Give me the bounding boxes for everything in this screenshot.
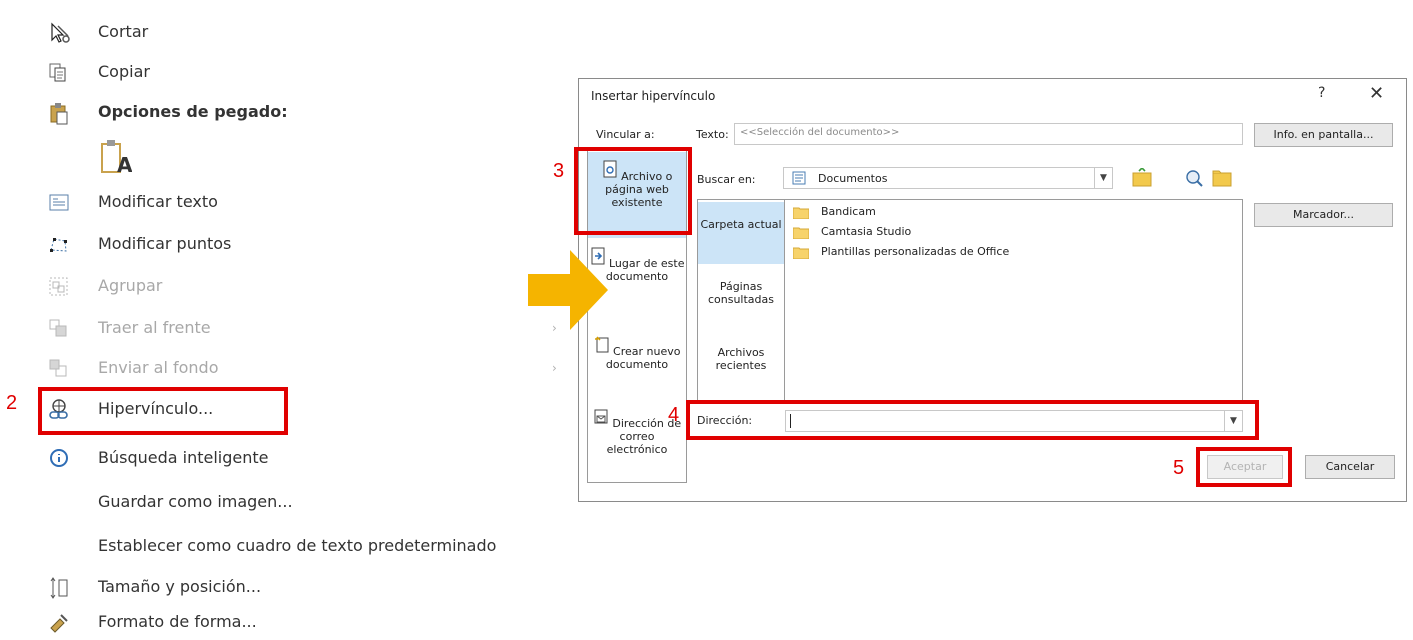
size-position-icon [50, 577, 68, 599]
svg-text:A: A [117, 153, 132, 177]
highlight-ok [1196, 447, 1292, 487]
new-document-icon [594, 336, 609, 353]
subnav-current-folder[interactable]: Carpeta actual [698, 202, 784, 264]
menu-label-set-default-textbox: Establecer como cuadro de texto predeter… [98, 536, 497, 555]
menu-item-edit-text[interactable]: Modificar texto [0, 184, 575, 222]
highlight-address [686, 400, 1259, 440]
paste-text-only-icon: A [101, 140, 132, 177]
menu-item-edit-points[interactable]: Modificar puntos [0, 226, 575, 264]
menu-item-paste-text-only[interactable]: A [0, 134, 575, 180]
submenu-arrow-icon: › [552, 361, 557, 375]
folder-icon [793, 247, 809, 259]
folder-icon [793, 227, 809, 239]
subnav-recent-files[interactable]: Archivos recientes [698, 346, 784, 390]
link-type-label: Crear nuevo documento [605, 345, 681, 371]
cancel-button[interactable]: Cancelar [1305, 455, 1395, 479]
browse-file-icon[interactable] [1211, 168, 1233, 188]
menu-item-cut[interactable]: Cortar [0, 14, 575, 52]
edit-points-icon [50, 238, 67, 252]
file-name: Bandicam [821, 205, 876, 218]
subnav-label: Archivos recientes [715, 346, 767, 372]
highlight-hyperlink [38, 387, 288, 435]
link-type-label: Lugar de este documento [605, 257, 685, 283]
step-number: 5 [1173, 457, 1185, 479]
menu-label-edit-text: Modificar texto [98, 192, 218, 211]
browse-panel: Carpeta actual Páginas consultadas Archi… [697, 199, 785, 401]
format-shape-icon [50, 614, 68, 633]
smart-lookup-icon [50, 449, 68, 467]
link-to-label: Vincular a: [596, 128, 655, 141]
menu-item-format-shape[interactable]: Formato de forma... [0, 604, 575, 640]
browse-web-icon[interactable] [1183, 168, 1205, 188]
pointer-arrow-icon [528, 250, 608, 330]
file-name: Plantillas personalizadas de Office [821, 245, 1010, 258]
highlight-existing-file [574, 147, 692, 235]
menu-label-send-back: Enviar al fondo [98, 358, 219, 377]
menu-item-copy[interactable]: Copiar [0, 54, 575, 92]
menu-label-save-as-image: Guardar como imagen... [98, 492, 293, 511]
chevron-down-icon[interactable]: ▼ [1094, 168, 1112, 188]
copy-icon [49, 63, 66, 82]
up-folder-icon[interactable] [1131, 168, 1153, 188]
edit-text-icon [49, 194, 69, 211]
subnav-label: Carpeta actual [700, 218, 782, 231]
menu-item-size-position[interactable]: Tamaño y posición... [0, 569, 575, 607]
bookmark-button[interactable]: Marcador... [1254, 203, 1393, 227]
step-number: 2 [6, 392, 18, 414]
group-icon [49, 277, 68, 296]
menu-label-smart-lookup: Búsqueda inteligente [98, 448, 269, 467]
subnav-browsed-pages[interactable]: Páginas consultadas [698, 280, 784, 328]
menu-label-cut: Cortar [98, 22, 149, 41]
step-number: 4 [668, 404, 680, 426]
help-button[interactable]: ? [1318, 85, 1325, 101]
menu-item-set-default-textbox[interactable]: Establecer como cuadro de texto predeter… [0, 528, 575, 566]
documents-folder-icon [792, 171, 806, 185]
menu-item-paste-options: Opciones de pegado: [0, 94, 575, 132]
email-icon [594, 409, 608, 424]
menu-label-format-shape: Formato de forma... [98, 612, 257, 631]
paste-icon [50, 103, 68, 125]
look-in-dropdown[interactable]: Documentos ▼ [783, 167, 1113, 189]
file-list: Bandicam Camtasia Studio Plantillas pers… [785, 199, 1243, 401]
menu-item-group: Agrupar [0, 268, 575, 306]
link-type-new-document[interactable]: Crear nuevo documento [588, 335, 686, 405]
menu-label-bring-front: Traer al frente [98, 318, 211, 337]
menu-label-copy: Copiar [98, 62, 150, 81]
text-label: Texto: [696, 128, 729, 141]
menu-item-smart-lookup[interactable]: Búsqueda inteligente [0, 440, 575, 478]
menu-label-size-position: Tamaño y posición... [98, 577, 262, 596]
screentip-button[interactable]: Info. en pantalla... [1254, 123, 1393, 147]
send-back-icon [49, 359, 67, 377]
bring-front-icon [49, 319, 67, 337]
scissors-icon [51, 22, 70, 43]
context-menu: Cortar Copiar Opciones de pegado: A Modi… [0, 0, 580, 640]
file-name: Camtasia Studio [821, 225, 912, 238]
subnav-label: Páginas consultadas [707, 280, 775, 306]
menu-item-bring-front: Traer al frente › [0, 310, 575, 348]
display-text-input[interactable]: <<Selección del documento>> [734, 123, 1243, 145]
menu-label-edit-points: Modificar puntos [98, 234, 232, 253]
step-number: 3 [553, 160, 565, 182]
look-in-label: Buscar en: [697, 173, 756, 186]
look-in-value: Documentos [818, 172, 888, 185]
menu-label-paste-options: Opciones de pegado: [98, 102, 288, 121]
dialog-title: Insertar hipervínculo [591, 89, 716, 103]
close-button[interactable]: ✕ [1369, 83, 1384, 104]
menu-item-save-as-image[interactable]: Guardar como imagen... [0, 484, 575, 522]
folder-icon [793, 207, 809, 219]
menu-item-send-back: Enviar al fondo › [0, 350, 575, 388]
menu-label-group: Agrupar [98, 276, 163, 295]
